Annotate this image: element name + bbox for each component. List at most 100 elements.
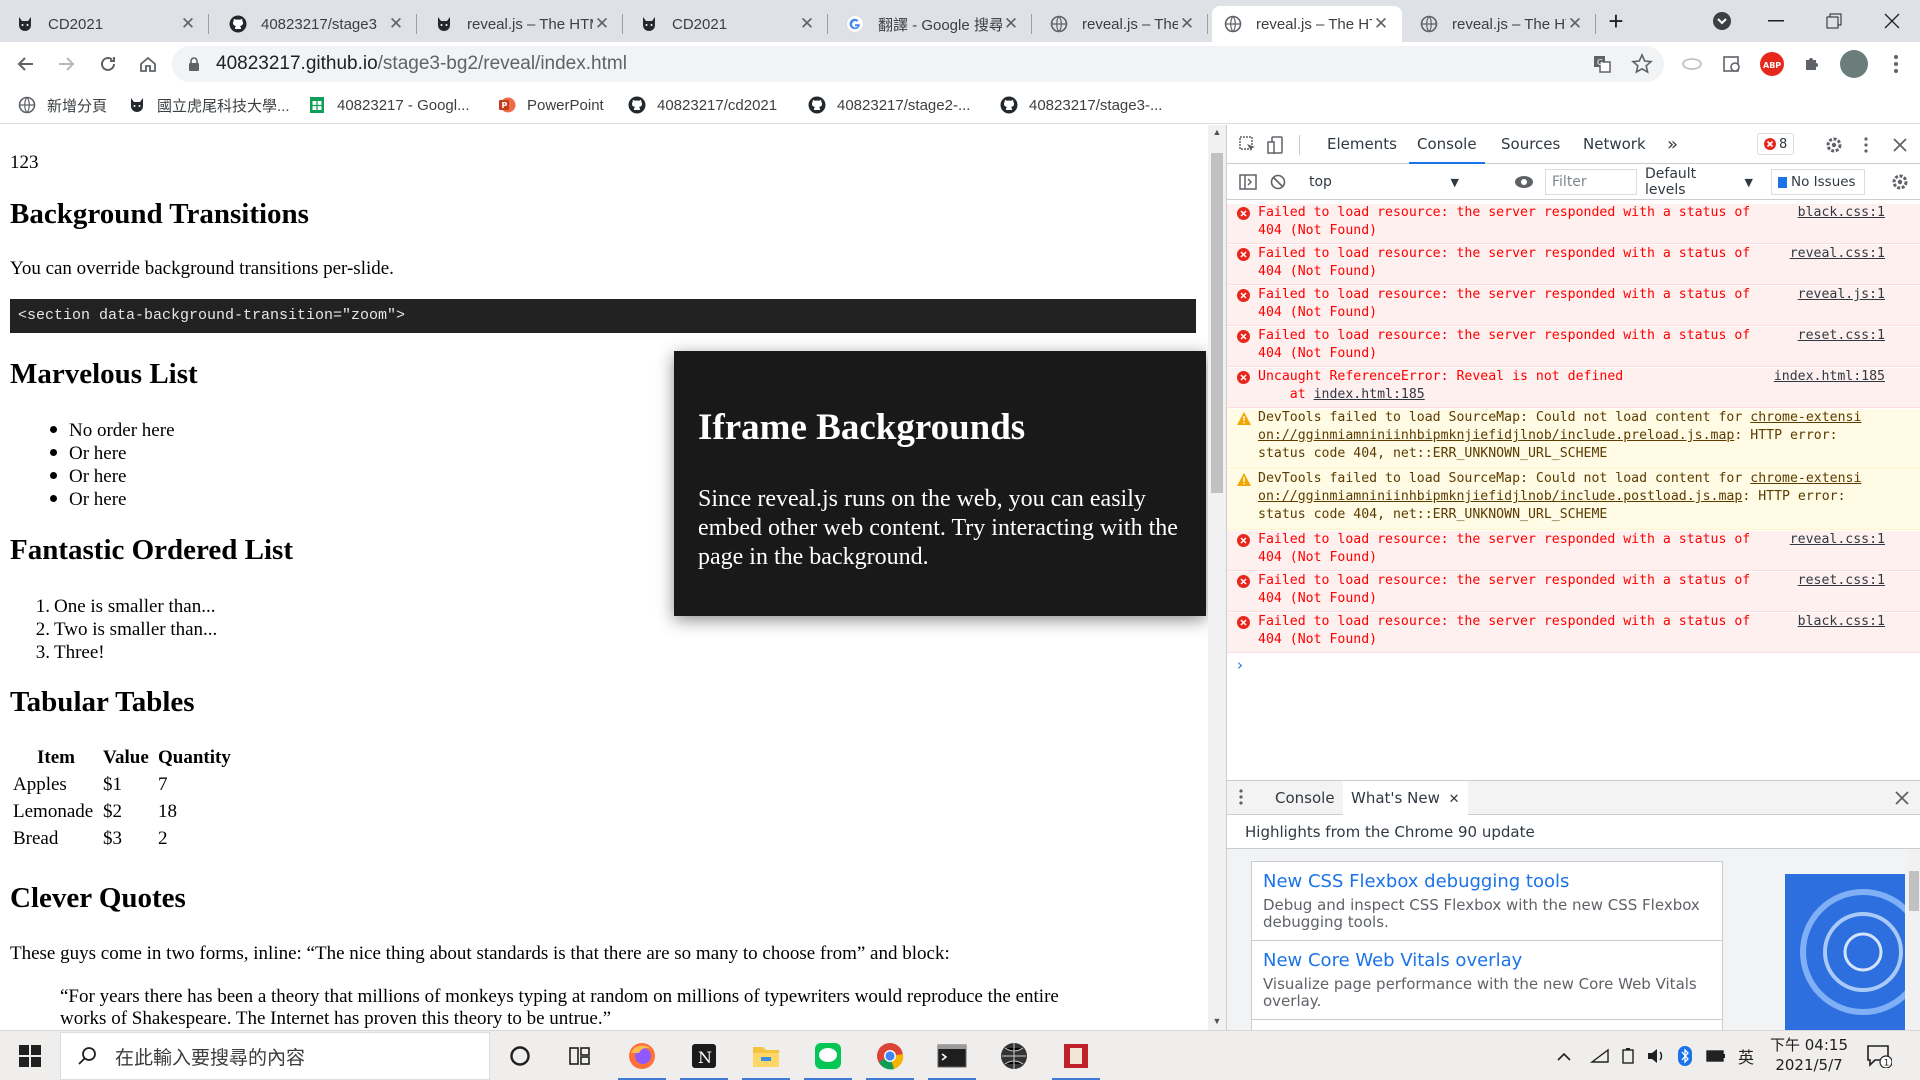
bookmark-item[interactable]: 40823217/cd2021 <box>628 94 777 116</box>
bookmark-item[interactable]: 40823217/stage2-... <box>808 94 970 116</box>
whats-new-card[interactable]: New Core Web Vitals overlay Visualize pa… <box>1251 940 1723 1020</box>
message-source-link[interactable]: reveal.css:1 <box>1790 531 1885 549</box>
close-tab-icon[interactable]: ✕ <box>798 14 816 34</box>
tab-console[interactable]: Console <box>1409 125 1485 164</box>
tab-elements[interactable]: Elements <box>1327 125 1397 164</box>
drawer-tab-whats-new[interactable]: What's New ✕ <box>1343 781 1468 815</box>
console-prompt[interactable]: › <box>1237 656 1243 674</box>
sidebar-toggle-icon[interactable] <box>1237 171 1259 193</box>
console-settings-icon[interactable] <box>1889 171 1911 193</box>
screenshot-extension-icon[interactable] <box>1716 48 1748 80</box>
battery-saver-icon[interactable] <box>1620 1031 1636 1080</box>
scroll-down-icon[interactable]: ▼ <box>1208 1016 1226 1030</box>
more-tabs-icon[interactable]: » <box>1667 125 1678 164</box>
extension-eye-icon[interactable] <box>1676 48 1708 80</box>
close-devtools-icon[interactable] <box>1889 134 1911 156</box>
close-tab-icon[interactable]: ✕ <box>1372 14 1390 34</box>
drawer-menu-icon[interactable] <box>1239 789 1243 809</box>
close-tab-icon[interactable]: ✕ <box>1449 792 1460 807</box>
tray-overflow-icon[interactable] <box>1556 1031 1572 1080</box>
reload-icon[interactable] <box>92 48 124 80</box>
battery-icon[interactable] <box>1706 1031 1726 1080</box>
bookmark-item[interactable]: 40823217 - Googl... <box>308 94 470 116</box>
message-source-link[interactable]: black.css:1 <box>1798 613 1885 631</box>
log-levels-dropdown[interactable]: Default levels ▼ <box>1645 166 1753 198</box>
card-title[interactable]: New CSS Flexbox debugging tools <box>1263 871 1711 893</box>
page-scrollbar[interactable]: ▲ ▼ <box>1208 125 1226 1030</box>
issues-button[interactable]: No Issues <box>1771 169 1865 195</box>
bookmark-item[interactable]: 國立虎尾科技大學... <box>128 94 290 116</box>
windows-start-icon[interactable] <box>2 1031 58 1080</box>
chrome-icon[interactable] <box>862 1031 918 1080</box>
browser-menu-icon[interactable] <box>1880 48 1912 80</box>
task-view-icon[interactable] <box>552 1031 608 1080</box>
message-source-link[interactable]: reset.css:1 <box>1798 327 1885 345</box>
cortana-icon[interactable] <box>492 1031 548 1080</box>
bookmark-item[interactable]: 40823217/stage3-... <box>1000 94 1162 116</box>
close-window-icon[interactable] <box>1864 0 1920 42</box>
tab-network[interactable]: Network <box>1583 125 1646 164</box>
whats-new-card[interactable]: New CSS Flexbox debugging tools Debug an… <box>1251 861 1723 941</box>
source-link[interactable]: chrome-extensi <box>1750 471 1861 486</box>
restore-icon[interactable] <box>1806 0 1862 42</box>
devtools-menu-icon[interactable] <box>1855 134 1877 156</box>
message-source-link[interactable]: index.html:185 <box>1774 368 1885 386</box>
browser-tab[interactable]: reveal.js – The HTML✕ <box>1408 6 1596 42</box>
volume-icon[interactable] <box>1646 1031 1666 1080</box>
ime-indicator[interactable]: 英 <box>1738 1031 1754 1080</box>
source-link[interactable]: index.html:185 <box>1314 387 1425 402</box>
close-tab-icon[interactable]: ✕ <box>387 14 405 34</box>
message-source-link[interactable]: reset.css:1 <box>1798 572 1885 590</box>
tab-search-icon[interactable] <box>1694 0 1750 42</box>
red-app-icon[interactable] <box>1048 1031 1104 1080</box>
browser-tab[interactable]: reveal.js – The HTML✕ <box>1212 6 1402 42</box>
source-link[interactable]: on://gginmiamniniinhbipmknjiefidjlnob/in… <box>1258 489 1742 504</box>
console-filter-input[interactable]: Filter <box>1545 169 1637 195</box>
clear-console-icon[interactable] <box>1267 171 1289 193</box>
message-source-link[interactable]: reveal.js:1 <box>1798 286 1885 304</box>
forward-icon[interactable] <box>50 48 82 80</box>
browser-tab[interactable]: reveal.js – The HTML✕ <box>423 6 623 42</box>
browser-tab[interactable]: 翻譯 - Google 搜尋 ✕ <box>834 6 1032 42</box>
network-icon[interactable] <box>1590 1031 1610 1080</box>
close-tab-icon[interactable]: ✕ <box>593 14 611 34</box>
drawer-scrollbar[interactable] <box>1907 849 1920 1031</box>
bookmark-star-icon[interactable] <box>1626 48 1658 80</box>
scroll-thumb[interactable] <box>1909 871 1919 911</box>
source-link[interactable]: on://gginmiamniniinhbipmknjiefidjlnob/in… <box>1258 428 1734 443</box>
scroll-up-icon[interactable]: ▲ <box>1208 127 1226 141</box>
browser-tab[interactable]: CD2021 ✕ <box>628 6 828 42</box>
terminal-icon[interactable] <box>924 1031 980 1080</box>
close-tab-icon[interactable]: ✕ <box>1178 14 1196 34</box>
settings-gear-icon[interactable] <box>1823 134 1845 156</box>
firefox-icon[interactable] <box>614 1031 670 1080</box>
profile-avatar[interactable] <box>1840 50 1868 78</box>
address-bar[interactable]: 40823217.github.io/stage3-bg2/reveal/ind… <box>172 46 1664 82</box>
line-icon[interactable] <box>800 1031 856 1080</box>
bookmark-item[interactable]: P PowerPoint <box>498 94 604 116</box>
notion-icon[interactable]: N <box>676 1031 732 1080</box>
close-tab-icon[interactable]: ✕ <box>1002 14 1020 34</box>
lock-icon[interactable] <box>186 56 202 72</box>
adblock-icon[interactable]: ABP <box>1760 52 1784 76</box>
close-tab-icon[interactable]: ✕ <box>179 14 197 34</box>
taskbar-search-box[interactable]: 在此輸入要搜尋的內容 <box>60 1032 490 1080</box>
file-explorer-icon[interactable] <box>738 1031 794 1080</box>
context-selector[interactable]: top ▼ <box>1309 169 1467 195</box>
extensions-puzzle-icon[interactable] <box>1796 48 1828 80</box>
minimize-icon[interactable] <box>1748 0 1804 42</box>
system-clock[interactable]: 下午 04:15 2021/5/7 <box>1766 1035 1852 1075</box>
message-source-link[interactable]: reveal.css:1 <box>1790 245 1885 263</box>
back-icon[interactable] <box>10 48 42 80</box>
browser-tab[interactable]: 40823217/stage3 ✕ <box>217 6 417 42</box>
card-title[interactable]: New Core Web Vitals overlay <box>1263 950 1711 972</box>
message-source-link[interactable]: black.css:1 <box>1798 204 1885 222</box>
browser-tab[interactable]: reveal.js – The HTML✕ <box>1038 6 1208 42</box>
live-expression-eye-icon[interactable] <box>1513 171 1535 193</box>
bookmark-item[interactable]: 新增分頁 <box>18 94 107 116</box>
source-link[interactable]: chrome-extensi <box>1750 410 1861 425</box>
browser-tab[interactable]: CD2021 ✕ <box>4 6 209 42</box>
device-toolbar-icon[interactable] <box>1265 134 1287 156</box>
home-icon[interactable] <box>132 48 164 80</box>
close-tab-icon[interactable]: ✕ <box>1566 14 1584 34</box>
